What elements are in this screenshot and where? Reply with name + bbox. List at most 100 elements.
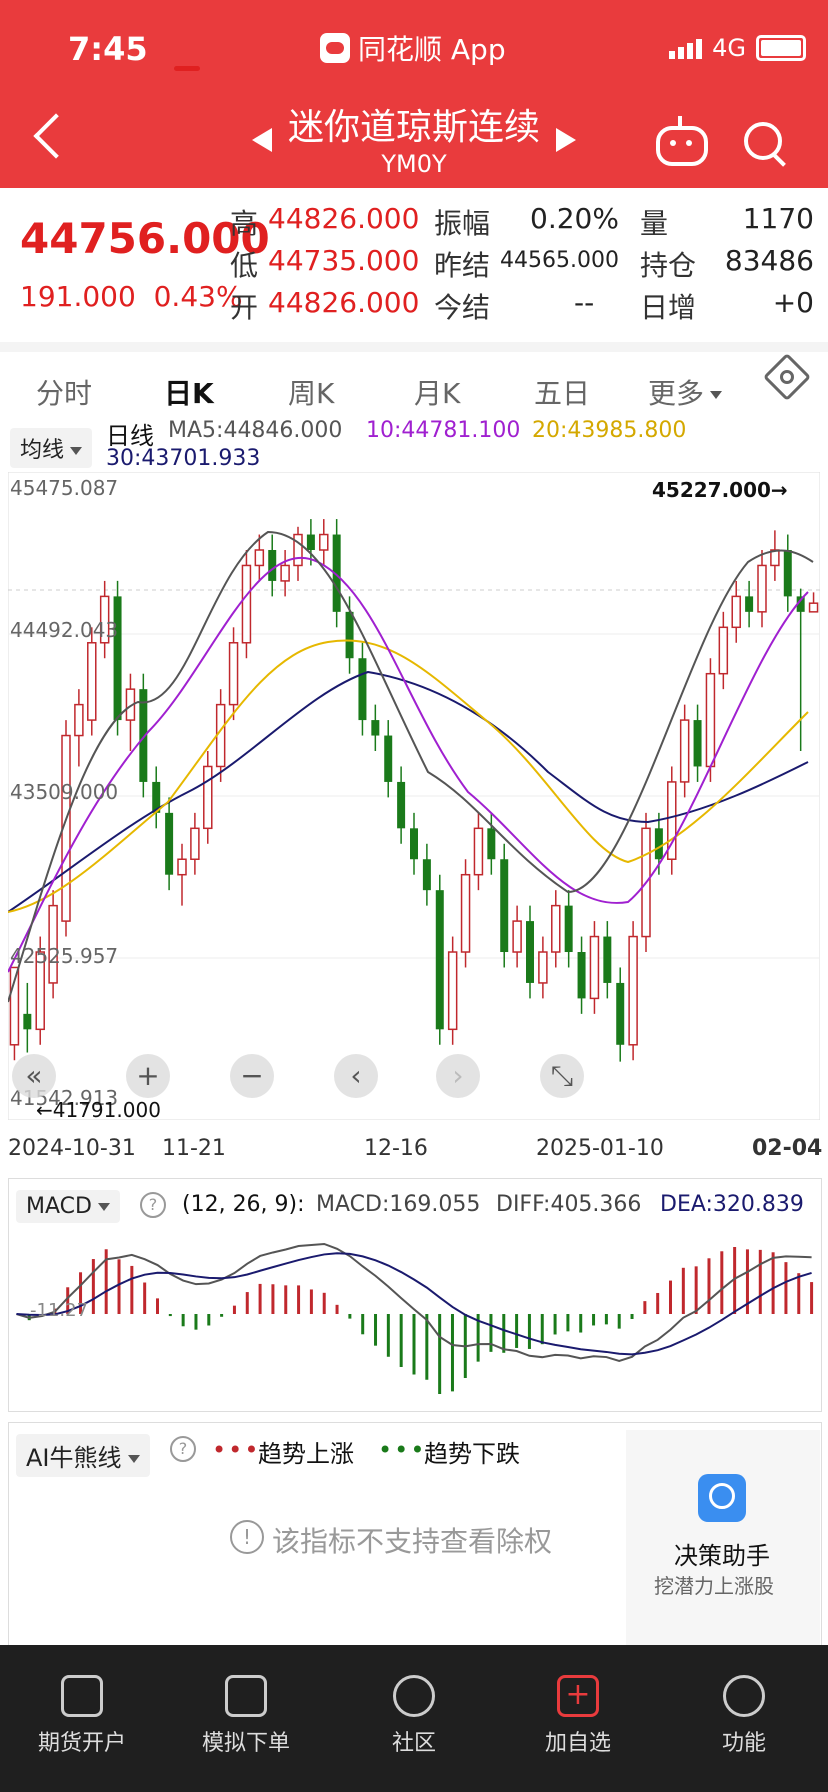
rewind-icon[interactable]: « bbox=[12, 1054, 56, 1098]
period-tabs: 分时 日K 周K 月K 五日 更多 bbox=[0, 342, 828, 422]
caret-down-icon bbox=[97, 1203, 110, 1211]
prev-value: 44565.000 bbox=[500, 248, 619, 273]
candle-body bbox=[757, 564, 767, 613]
scroll-left-icon[interactable]: ‹ bbox=[334, 1054, 378, 1098]
price-axis-max: 45475.087 bbox=[10, 476, 119, 500]
zoom-out-icon[interactable]: − bbox=[230, 1054, 274, 1098]
price-axis-3: 43509.000 bbox=[10, 780, 119, 804]
candlestick-chart[interactable]: 45475.087 bbox=[8, 472, 820, 1120]
macd-params: (12, 26, 9): bbox=[182, 1192, 305, 1217]
candle-body bbox=[551, 904, 561, 953]
tab-more[interactable]: 更多 bbox=[648, 372, 723, 412]
caret-down-icon bbox=[70, 447, 83, 455]
daily-value: +0 bbox=[772, 286, 814, 319]
amp-value: 0.20% bbox=[530, 202, 619, 235]
candle-body bbox=[526, 921, 534, 983]
candle-body bbox=[808, 602, 819, 613]
candle-body bbox=[358, 658, 367, 721]
today-value: -- bbox=[574, 286, 595, 319]
candle-body bbox=[228, 642, 239, 706]
candle-body bbox=[447, 951, 458, 1031]
ai-select[interactable]: AI牛熊线 bbox=[16, 1434, 150, 1477]
nav-label: 功能 bbox=[721, 1731, 766, 1756]
tab-daily[interactable]: 日K bbox=[164, 372, 214, 412]
prev-label: 昨结 bbox=[434, 249, 491, 282]
help-icon[interactable]: ? bbox=[170, 1436, 196, 1462]
tab-five-day[interactable]: 五日 bbox=[534, 372, 590, 412]
candle-body bbox=[577, 952, 586, 999]
candle-body bbox=[718, 626, 729, 675]
max-price-annotation: 45227.000→ bbox=[652, 478, 788, 502]
robot-icon[interactable] bbox=[656, 116, 708, 166]
tab-weekly[interactable]: 周K bbox=[288, 372, 334, 412]
change-value: 191.000 bbox=[20, 280, 136, 313]
open-value: 44826.000 bbox=[268, 286, 420, 319]
dea-value: DEA:320.839 bbox=[660, 1192, 804, 1217]
candle-body bbox=[203, 765, 213, 830]
candle-body bbox=[693, 720, 702, 767]
high-label: 高 bbox=[230, 207, 259, 240]
candle-body bbox=[345, 611, 354, 659]
scroll-right-icon[interactable]: › bbox=[436, 1054, 480, 1098]
candle-body bbox=[87, 642, 97, 721]
low-value: 44735.000 bbox=[268, 244, 420, 277]
oi-value: 83486 bbox=[724, 244, 814, 277]
candle-body bbox=[254, 549, 265, 567]
macd-value: MACD:169.055 bbox=[316, 1192, 481, 1217]
ma30-value: 30:43701.933 bbox=[106, 446, 261, 471]
candle-body bbox=[731, 595, 741, 629]
candle-body bbox=[473, 827, 484, 876]
candle-body bbox=[616, 982, 625, 1045]
nav-community[interactable]: 社区 bbox=[354, 1675, 474, 1757]
vol-label: 量 bbox=[640, 207, 669, 240]
candle-body bbox=[280, 564, 290, 582]
help-icon[interactable]: ? bbox=[140, 1192, 166, 1218]
candle-body bbox=[512, 920, 522, 953]
candle-body bbox=[190, 827, 200, 860]
low-label: 低 bbox=[230, 249, 259, 282]
fullscreen-icon[interactable]: ⤡ bbox=[540, 1054, 584, 1098]
tab-intraday[interactable]: 分时 bbox=[36, 372, 92, 412]
macd-select[interactable]: MACD bbox=[16, 1190, 120, 1223]
candle-body bbox=[564, 905, 573, 953]
ma-select[interactable]: 均线 bbox=[10, 428, 93, 468]
decision-helper-subtitle: 挖潜力上涨股 bbox=[654, 1574, 774, 1598]
zoom-in-icon[interactable]: + bbox=[126, 1054, 170, 1098]
candle-body bbox=[241, 564, 252, 644]
diff-value: DIFF:405.366 bbox=[496, 1192, 642, 1217]
bottom-nav: 期货开户 模拟下单 社区 + 加自选 功能 bbox=[0, 1645, 828, 1792]
candle-body bbox=[23, 1013, 32, 1030]
date-label: 02-04 bbox=[752, 1136, 823, 1161]
nav-add-watchlist[interactable]: + 加自选 bbox=[518, 1675, 638, 1757]
price-axis-2: 44492.043 bbox=[10, 618, 119, 642]
nav-label: 社区 bbox=[391, 1731, 436, 1756]
macd-axis-label: -11.27 bbox=[30, 1300, 89, 1321]
nav-functions[interactable]: 功能 bbox=[684, 1675, 804, 1757]
nav-label: 加自选 bbox=[544, 1731, 611, 1756]
status-indicators: 4G bbox=[669, 34, 806, 62]
star-icon bbox=[393, 1675, 435, 1717]
candle-body bbox=[460, 873, 471, 953]
unsupported-notice: 该指标不支持查看除权 bbox=[272, 1525, 553, 1558]
status-app-name: 同花顺 App bbox=[358, 33, 506, 66]
candle-body bbox=[306, 534, 315, 550]
price-change: 191.000 0.43% bbox=[20, 280, 243, 313]
date-label: 11-21 bbox=[162, 1136, 226, 1161]
candle-body bbox=[435, 890, 444, 1030]
active-tab-indicator bbox=[174, 66, 200, 71]
candle-body bbox=[268, 549, 277, 581]
nav-sim-order[interactable]: 模拟下单 bbox=[186, 1675, 306, 1757]
today-label: 今结 bbox=[434, 291, 491, 324]
candle-body bbox=[783, 549, 792, 597]
candle-body bbox=[487, 828, 496, 860]
up-dots-icon: ••• bbox=[212, 1436, 261, 1464]
plus-icon: + bbox=[557, 1675, 599, 1717]
candle-body bbox=[603, 936, 612, 983]
nav-futures-account[interactable]: 期货开户 bbox=[22, 1675, 142, 1757]
tab-monthly[interactable]: 月K bbox=[414, 372, 460, 412]
search-icon[interactable] bbox=[744, 122, 782, 160]
signal-icon bbox=[669, 37, 703, 59]
date-label: 2025-01-10 bbox=[536, 1136, 664, 1161]
candle-body bbox=[215, 703, 226, 768]
menu-icon bbox=[723, 1675, 765, 1717]
